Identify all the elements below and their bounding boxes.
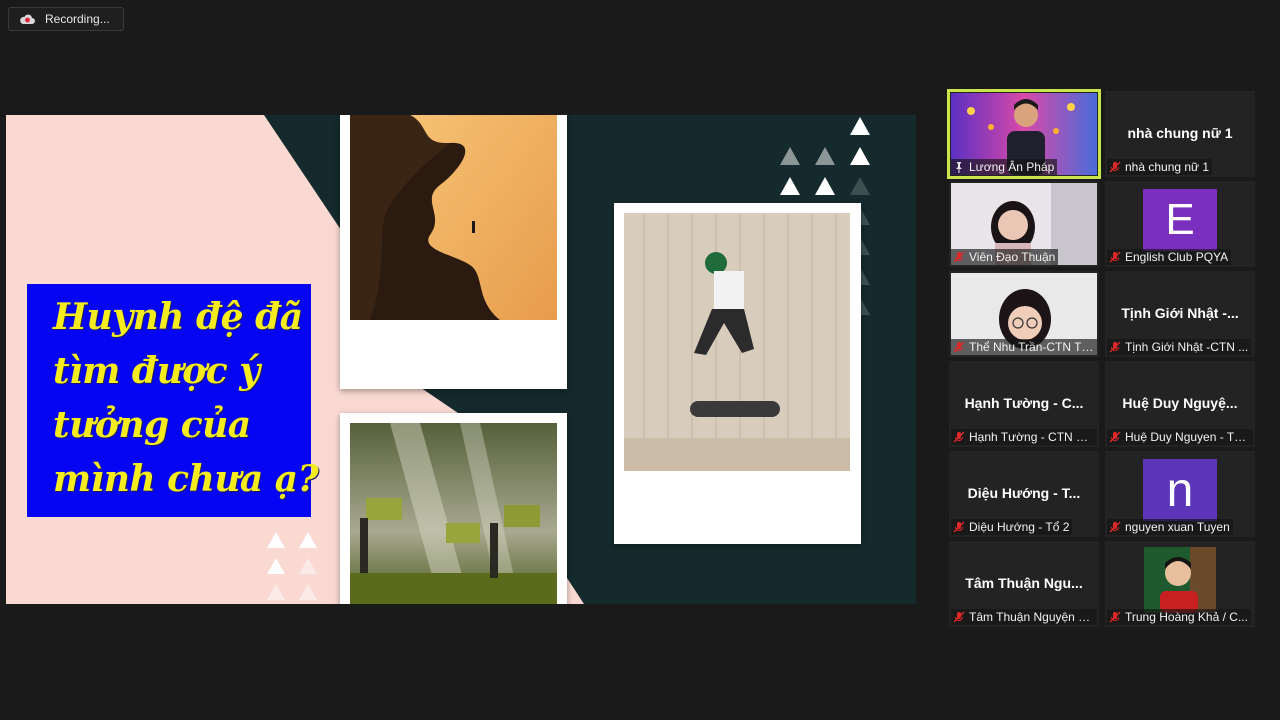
slide-title-box: Huynh đệ đã tìm được ý tưởng của mình ch…: [27, 284, 319, 517]
participant-display-name: Tịnh Giới Nhật -...: [1121, 305, 1239, 321]
participant-nameplate: nhà chung nữ 1: [1107, 159, 1213, 175]
desert-photo: [350, 115, 557, 320]
skateboarder-photo: [624, 213, 850, 471]
farmers-photo: [350, 423, 557, 604]
participant-tile[interactable]: nhà chung nữ 1 nhà chung nữ 1: [1105, 91, 1255, 177]
participant-nameplate: nguyen xuan Tuyen: [1107, 519, 1233, 535]
participant-avatar: n: [1143, 459, 1217, 521]
mic-muted-icon: [953, 251, 965, 263]
slide-title-line: Huynh đệ đã: [53, 296, 303, 338]
participant-nameplate: English Club PQYA: [1107, 249, 1232, 265]
participant-nameplate: Tâm Thuận Nguyện - ...: [951, 609, 1097, 625]
participant-tile[interactable]: Lương Ân Pháp: [947, 89, 1101, 179]
participant-display-name: nhà chung nữ 1: [1127, 125, 1233, 141]
mic-muted-icon: [953, 611, 965, 623]
slide-title-line: tưởng của: [53, 404, 251, 446]
recording-cloud-icon: [20, 14, 35, 24]
mic-muted-icon: [1109, 431, 1121, 443]
participant-nameplate: Lương Ân Pháp: [951, 159, 1058, 175]
recording-indicator[interactable]: Recording...: [8, 7, 124, 31]
participant-avatar: E: [1143, 189, 1217, 251]
participant-tile[interactable]: n nguyen xuan Tuyen: [1105, 451, 1255, 537]
slide-title-line: tìm được ý: [53, 350, 260, 392]
polaroid-desert: [340, 115, 567, 389]
participant-tile[interactable]: E English Club PQYA: [1105, 181, 1255, 267]
participant-nameplate: Tịnh Giới Nhật -CTN ...: [1107, 339, 1252, 355]
mic-muted-icon: [1109, 341, 1121, 353]
mic-muted-icon: [953, 341, 965, 353]
mic-muted-icon: [953, 521, 965, 533]
participant-tile[interactable]: Thể Nhu Trần-CTN TP...: [949, 271, 1099, 357]
participant-tile[interactable]: Tâm Thuận Ngu... Tâm Thuận Nguyện - ...: [949, 541, 1099, 627]
mic-muted-icon: [1109, 611, 1121, 623]
participant-nameplate: Trung Hoàng Khả / C...: [1107, 609, 1251, 625]
slide-title-line: mình chưa ạ?: [53, 458, 319, 500]
shared-screen-slide: Huynh đệ đã tìm được ý tưởng của mình ch…: [6, 115, 916, 604]
mic-muted-icon: [953, 431, 965, 443]
mic-muted-icon: [1109, 161, 1121, 173]
participant-tile[interactable]: Viên Đạo Thuận: [949, 181, 1099, 267]
participant-nameplate: Viên Đạo Thuận: [951, 249, 1059, 265]
polaroid-skateboarder: [614, 203, 861, 544]
participant-display-name: Diệu Hướng - T...: [967, 485, 1081, 501]
participant-video: [1144, 547, 1216, 613]
recording-label: Recording...: [45, 12, 110, 26]
mic-muted-icon: [1109, 251, 1121, 263]
participant-tile[interactable]: Diệu Hướng - T... Diệu Hướng - Tổ 2: [949, 451, 1099, 537]
participant-nameplate: Huệ Duy Nguyen - Tổ...: [1107, 429, 1253, 445]
participant-tile[interactable]: Trung Hoàng Khả / C...: [1105, 541, 1255, 627]
participant-display-name: Huệ Duy Nguyệ...: [1122, 395, 1238, 411]
pin-icon: [956, 162, 962, 173]
mic-muted-icon: [1109, 521, 1121, 533]
participant-nameplate: Diệu Hướng - Tổ 2: [951, 519, 1073, 535]
participant-display-name: Hạnh Tường - C...: [964, 395, 1084, 411]
participant-nameplate: Thể Nhu Trần-CTN TP...: [951, 339, 1097, 355]
participant-tile[interactable]: Hạnh Tường - C... Hạnh Tường - CTN Bì...: [949, 361, 1099, 447]
polaroid-farmers: [340, 413, 567, 604]
participant-tile[interactable]: Tịnh Giới Nhật -... Tịnh Giới Nhật -CTN …: [1105, 271, 1255, 357]
participant-display-name: Tâm Thuận Ngu...: [965, 575, 1083, 591]
participant-nameplate: Hạnh Tường - CTN Bì...: [951, 429, 1097, 445]
participant-tile[interactable]: Huệ Duy Nguyệ... Huệ Duy Nguyen - Tổ...: [1105, 361, 1255, 447]
